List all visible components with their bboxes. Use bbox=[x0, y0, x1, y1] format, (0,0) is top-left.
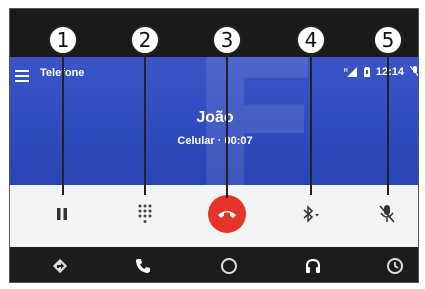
end-call-icon bbox=[218, 211, 236, 218]
phone-icon bbox=[136, 259, 150, 273]
callout-4: 4 bbox=[296, 25, 326, 55]
callout-leader bbox=[226, 55, 228, 198]
bluetooth-icon bbox=[303, 205, 319, 223]
callout-3: 3 bbox=[212, 25, 242, 55]
keypad-button[interactable] bbox=[128, 197, 162, 231]
status-time: 12:14 bbox=[375, 66, 404, 78]
bluetooth-audio-button[interactable] bbox=[294, 197, 328, 231]
recent-icon bbox=[387, 258, 403, 274]
contact-name: João bbox=[196, 109, 234, 126]
pause-icon bbox=[57, 208, 67, 220]
callout-2: 2 bbox=[130, 25, 160, 55]
headphones-icon bbox=[306, 258, 320, 273]
home-icon bbox=[221, 258, 237, 274]
nav-maps-button[interactable] bbox=[49, 255, 71, 277]
pause-button[interactable] bbox=[45, 197, 79, 231]
signal-icon: H bbox=[344, 67, 357, 77]
menu-icon[interactable] bbox=[15, 70, 29, 82]
android-auto-screen: F Telefone H 12:14 João Celular · 00:07 bbox=[9, 8, 419, 283]
mic-muted-status-icon bbox=[410, 66, 418, 77]
mute-button[interactable] bbox=[370, 197, 404, 231]
call-screen: F Telefone H 12:14 João Celular · 00:07 bbox=[10, 57, 418, 185]
callout-5: 5 bbox=[373, 25, 403, 55]
callout-leader bbox=[144, 55, 146, 195]
callout-leader bbox=[62, 55, 64, 195]
callout-leader bbox=[310, 55, 312, 195]
nav-home-button[interactable] bbox=[218, 255, 240, 277]
status-bar: H 12:14 bbox=[344, 66, 418, 78]
call-controls bbox=[10, 185, 418, 247]
callout-leader bbox=[387, 55, 389, 195]
navigation-bar bbox=[10, 247, 418, 282]
nav-recent-button[interactable] bbox=[384, 255, 406, 277]
battery-icon bbox=[363, 67, 370, 77]
navigation-icon bbox=[52, 258, 68, 274]
mic-off-icon bbox=[379, 205, 395, 223]
end-call-button[interactable] bbox=[208, 195, 246, 233]
svg-text:H: H bbox=[344, 68, 348, 74]
dialpad-icon bbox=[138, 204, 152, 223]
nav-media-button[interactable] bbox=[302, 255, 324, 277]
call-status: Celular · 00:07 bbox=[177, 135, 253, 147]
callout-1: 1 bbox=[48, 25, 78, 55]
nav-phone-button[interactable] bbox=[132, 255, 154, 277]
